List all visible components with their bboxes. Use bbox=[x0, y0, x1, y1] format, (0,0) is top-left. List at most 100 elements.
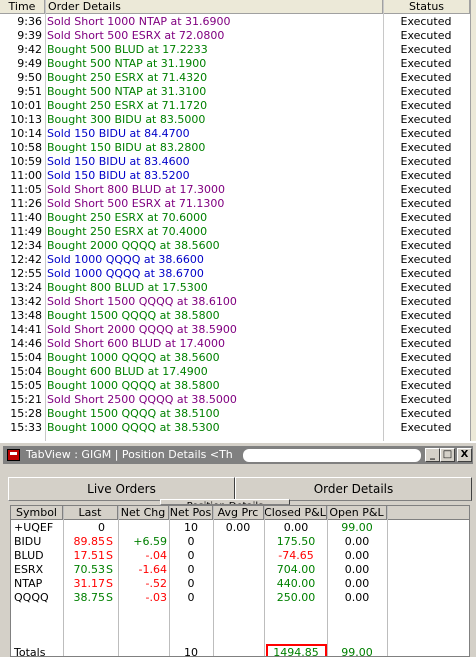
order-log-row[interactable]: 11:00 Sold 150 BIDU at 83.5200 Executed bbox=[0, 169, 476, 183]
header-time[interactable]: Time bbox=[0, 0, 45, 14]
tab-strip: Live Orders Order Details bbox=[8, 477, 472, 501]
tab-order-details[interactable]: Order Details bbox=[235, 477, 472, 501]
order-log-row[interactable]: 15:04 Bought 1000 QQQQ at 38.5600 Executed bbox=[0, 351, 476, 365]
order-time: 11:49 bbox=[10, 225, 42, 238]
col-symbol[interactable]: Symbol bbox=[11, 506, 63, 520]
order-log-row[interactable]: 10:59 Sold 150 BIDU at 83.4600 Executed bbox=[0, 155, 476, 169]
order-time: 15:05 bbox=[10, 379, 42, 392]
order-time: 9:42 bbox=[17, 43, 42, 56]
window-titlebar[interactable]: TabView : GIGM | Position Details <Th _ … bbox=[3, 446, 473, 464]
col-net-chg[interactable]: Net Chg bbox=[118, 506, 169, 520]
order-log-row[interactable]: 13:48 Bought 1500 QQQQ at 38.5800 Executed bbox=[0, 309, 476, 323]
order-status: Executed bbox=[400, 43, 452, 56]
order-log-row[interactable]: 9:36 Sold Short 1000 NTAP at 31.6900 Execu… bbox=[0, 15, 476, 29]
maximize-button[interactable]: □ bbox=[440, 448, 455, 462]
order-log-row[interactable]: 12:34 Bought 2000 QQQQ at 38.5600 Executed bbox=[0, 239, 476, 253]
order-log-row[interactable]: 15:05 Bought 1000 QQQQ at 38.5800 Executed bbox=[0, 379, 476, 393]
order-log-row[interactable]: 9:39 Sold Short 500 ESRX at 72.0800 Execut… bbox=[0, 29, 476, 43]
col-avg-prc[interactable]: Avg Prc bbox=[213, 506, 264, 520]
order-log-row[interactable]: 10:14 Sold 150 BIDU at 84.4700 Executed bbox=[0, 127, 476, 141]
totals-row[interactable]: Totals 10 1494.85 99.00 bbox=[11, 646, 469, 657]
close-button[interactable]: X bbox=[457, 448, 472, 462]
position-open-pl: 0.00 bbox=[344, 535, 370, 548]
order-log-row[interactable]: 11:49 Bought 250 ESRX at 70.4000 Executed bbox=[0, 225, 476, 239]
order-detail: Bought 250 ESRX at 71.4320 bbox=[47, 71, 208, 84]
header-order-details[interactable]: Order Details bbox=[46, 0, 383, 14]
order-log-row[interactable]: 13:24 Bought 800 BLUD at 17.5300 Executed bbox=[0, 281, 476, 295]
order-status: Executed bbox=[400, 197, 452, 210]
order-status: Executed bbox=[400, 239, 452, 252]
position-open-pl: 0.00 bbox=[344, 591, 370, 604]
tab-live-orders[interactable]: Live Orders bbox=[8, 477, 235, 501]
order-time: 14:41 bbox=[10, 323, 42, 336]
position-symbol: QQQQ bbox=[14, 591, 49, 604]
order-time: 11:26 bbox=[10, 197, 42, 210]
col-last[interactable]: Last bbox=[63, 506, 118, 520]
order-detail: Bought 500 NTAP at 31.3100 bbox=[47, 85, 207, 98]
order-detail: Sold Short 800 BLUD at 17.3000 bbox=[47, 183, 225, 196]
totals-open-pl: 99.00 bbox=[341, 646, 373, 657]
order-status: Executed bbox=[400, 85, 452, 98]
totals-net-pos: 10 bbox=[184, 646, 198, 657]
position-row[interactable]: BIDU 89.85 S +6.59 0 175.50 0.00 bbox=[11, 535, 469, 549]
order-log-row[interactable]: 12:55 Sold 1000 QQQQ at 38.6700 Executed bbox=[0, 267, 476, 281]
order-log-row[interactable]: 9:50 Bought 250 ESRX at 71.4320 Executed bbox=[0, 71, 476, 85]
order-detail: Bought 250 ESRX at 70.4000 bbox=[47, 225, 208, 238]
position-symbol: ESRX bbox=[14, 563, 44, 576]
position-row[interactable]: +UQEF 0 10 0.00 0.00 99.00 bbox=[11, 521, 469, 535]
col-net-pos[interactable]: Net Pos bbox=[169, 506, 213, 520]
vertical-scrollbar[interactable] bbox=[470, 0, 476, 441]
order-log-row[interactable]: 10:58 Bought 150 BIDU at 83.2800 Executed bbox=[0, 141, 476, 155]
position-closed-pl: 440.00 bbox=[276, 577, 316, 590]
order-log-row[interactable]: 14:41 Sold Short 2000 QQQQ at 38.5900 Exec… bbox=[0, 323, 476, 337]
redacted-title-area bbox=[243, 449, 421, 462]
order-status: Executed bbox=[400, 253, 452, 266]
minimize-button[interactable]: _ bbox=[425, 448, 440, 462]
order-log-row[interactable]: 11:40 Bought 250 ESRX at 70.6000 Executed bbox=[0, 211, 476, 225]
position-symbol: BLUD bbox=[14, 549, 44, 562]
position-last-flag: S bbox=[106, 549, 113, 562]
order-log-row[interactable]: 15:33 Bought 1000 QQQQ at 38.5300 Executed bbox=[0, 421, 476, 435]
order-status: Executed bbox=[400, 295, 452, 308]
order-log-row[interactable]: 15:21 Sold Short 2500 QQQQ at 38.5000 Exec… bbox=[0, 393, 476, 407]
order-detail: Sold Short 600 BLUD at 17.4000 bbox=[47, 337, 225, 350]
order-log-row[interactable]: 10:01 Bought 250 ESRX at 71.1720 Executed bbox=[0, 99, 476, 113]
position-row[interactable]: QQQQ 38.75 S -.03 0 250.00 0.00 bbox=[11, 591, 469, 605]
order-status: Executed bbox=[400, 211, 452, 224]
order-status: Executed bbox=[400, 141, 452, 154]
position-row[interactable]: NTAP 31.17 S -.52 0 440.00 0.00 bbox=[11, 577, 469, 591]
position-row[interactable]: ESRX 70.53 S -1.64 0 704.00 0.00 bbox=[11, 563, 469, 577]
order-log-row[interactable]: 12:42 Sold 1000 QQQQ at 38.6600 Executed bbox=[0, 253, 476, 267]
order-log-row[interactable]: 15:28 Bought 1500 QQQQ at 38.5100 Executed bbox=[0, 407, 476, 421]
order-detail: Bought 1000 QQQQ at 38.5800 bbox=[47, 379, 220, 392]
order-log-row[interactable]: 14:46 Sold Short 600 BLUD at 17.4000 Execu… bbox=[0, 337, 476, 351]
position-last: 38.75 bbox=[73, 591, 106, 604]
position-avg-prc bbox=[215, 535, 261, 549]
order-time: 15:28 bbox=[10, 407, 42, 420]
order-log-row[interactable]: 13:42 Sold Short 1500 QQQQ at 38.6100 Exec… bbox=[0, 295, 476, 309]
order-log-row[interactable]: 15:04 Bought 600 BLUD at 17.4900 Executed bbox=[0, 365, 476, 379]
position-grid-header: Symbol Last Net Chg Net Pos Avg Prc Clos… bbox=[11, 506, 469, 520]
position-net-pos: 0 bbox=[187, 549, 195, 562]
position-last: 70.53 bbox=[73, 563, 106, 576]
header-status[interactable]: Status bbox=[384, 0, 470, 14]
position-last-flag: S bbox=[106, 577, 113, 590]
position-closed-pl: 704.00 bbox=[276, 563, 316, 576]
col-closed-pl[interactable]: Closed P&L bbox=[264, 506, 327, 520]
position-row[interactable]: BLUD 17.51 S -.04 0 -74.65 0.00 bbox=[11, 549, 469, 563]
order-log-row[interactable]: 9:51 Bought 500 NTAP at 31.3100 Executed bbox=[0, 85, 476, 99]
position-last: 89.85 bbox=[73, 535, 106, 548]
position-closed-pl: 250.00 bbox=[276, 591, 316, 604]
order-log-row[interactable]: 9:42 Bought 500 BLUD at 17.2233 Executed bbox=[0, 43, 476, 57]
order-log-row[interactable]: 9:49 Bought 500 NTAP at 31.1900 Executed bbox=[0, 57, 476, 71]
order-time: 13:24 bbox=[10, 281, 42, 294]
order-time: 13:42 bbox=[10, 295, 42, 308]
order-status: Executed bbox=[400, 379, 452, 392]
position-open-pl: 0.00 bbox=[344, 549, 370, 562]
order-log-row[interactable]: 11:05 Sold Short 800 BLUD at 17.3000 Execu… bbox=[0, 183, 476, 197]
order-log-row[interactable]: 11:26 Sold Short 500 ESRX at 71.1300 Execu… bbox=[0, 197, 476, 211]
order-time: 10:58 bbox=[10, 141, 42, 154]
order-log-row[interactable]: 10:13 Bought 300 BIDU at 83.5000 Executed bbox=[0, 113, 476, 127]
col-open-pl[interactable]: Open P&L bbox=[327, 506, 387, 520]
position-net-chg: +6.59 bbox=[133, 535, 167, 548]
